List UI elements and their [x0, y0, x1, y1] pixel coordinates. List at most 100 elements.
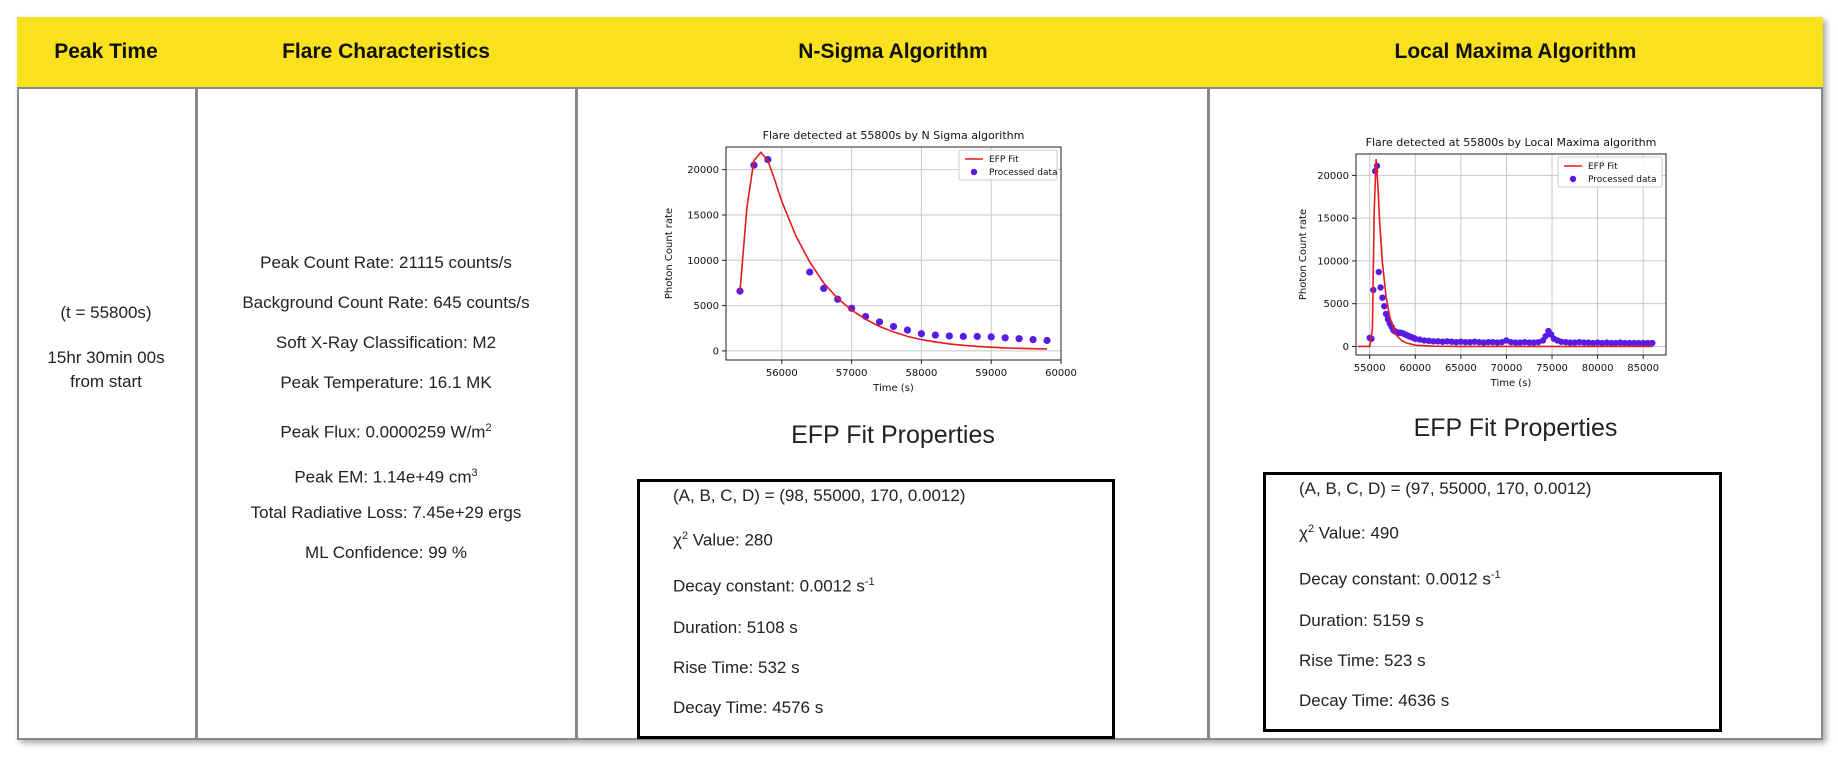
- data-point: [889, 322, 898, 331]
- data-point: [806, 268, 814, 276]
- local-maxima-decay-constant: Decay constant: 0.0012 s-1: [1299, 569, 1501, 590]
- data-point: [1377, 284, 1384, 291]
- legend-fit-label: EFP Fit: [1588, 162, 1618, 172]
- x-axis-label: Time (s): [1490, 378, 1532, 389]
- decay-constant-text: Decay constant: 0.0012 s: [1299, 569, 1491, 589]
- table-border-right: [1821, 87, 1823, 740]
- x-tick-label: 57000: [836, 368, 868, 379]
- data-point: [1649, 339, 1656, 347]
- n-sigma-params: (A, B, C, D) = (98, 55000, 170, 0.0012): [673, 486, 966, 505]
- y-tick-label: 0: [713, 346, 719, 357]
- legend-data-label: Processed data: [989, 168, 1058, 178]
- legend-data-label: Processed data: [1588, 175, 1657, 185]
- flare-report-table: Peak Time Flare Characteristics N-Sigma …: [17, 17, 1823, 740]
- decay-constant-text: Decay constant: 0.0012 s: [673, 576, 865, 596]
- y-tick-label: 15000: [1317, 214, 1349, 225]
- header-divider: [17, 87, 1823, 89]
- y-tick-label: 0: [1343, 342, 1349, 353]
- series-line-efp-fit: [739, 151, 1048, 350]
- n-sigma-fit-title: EFP Fit Properties: [791, 421, 995, 449]
- chi-symbol: χ: [1299, 523, 1308, 543]
- data-point: [1029, 336, 1037, 344]
- column-divider: [575, 87, 578, 740]
- data-point: [945, 332, 953, 340]
- header-peak-time: Peak Time: [54, 40, 158, 63]
- decay-constant-exp: -1: [864, 576, 875, 588]
- x-tick-label: 65000: [1445, 363, 1477, 374]
- ml-confidence: ML Confidence: 99 %: [305, 543, 467, 562]
- y-tick-label: 5000: [1324, 299, 1349, 310]
- peak-time-elapsed-1: 15hr 30min 00s: [47, 348, 165, 367]
- y-tick-label: 15000: [687, 210, 719, 221]
- chart-title: Flare detected at 55800s by N Sigma algo…: [763, 129, 1025, 142]
- x-tick-label: 55000: [1354, 363, 1386, 374]
- peak-em-exp: 3: [471, 467, 478, 479]
- n-sigma-decay-constant: Decay constant: 0.0012 s-1: [673, 576, 875, 597]
- peak-time-t: (t = 55800s): [60, 303, 152, 322]
- local-maxima-fit-title: EFP Fit Properties: [1413, 414, 1618, 442]
- local-maxima-chi-square: χ2 Value: 490: [1299, 523, 1399, 544]
- data-point: [903, 326, 912, 334]
- header-local-maxima: Local Maxima Algorithm: [1394, 40, 1637, 63]
- chi-symbol: χ: [673, 530, 682, 550]
- header-n-sigma: N-Sigma Algorithm: [798, 40, 988, 63]
- chart-title: Flare detected at 55800s by Local Maxima…: [1366, 136, 1657, 149]
- local-maxima-params: (A, B, C, D) = (97, 55000, 170, 0.0012): [1299, 479, 1592, 498]
- peak-temperature: Peak Temperature: 16.1 MK: [280, 373, 492, 392]
- chi-value: Value: 280: [688, 530, 773, 550]
- x-tick-label: 56000: [766, 368, 798, 379]
- local-maxima-duration: Duration: 5159 s: [1299, 611, 1424, 630]
- n-sigma-fit-properties: (A, B, C, D) = (98, 55000, 170, 0.0012) …: [637, 479, 1115, 739]
- data-point: [987, 333, 995, 341]
- x-tick-label: 70000: [1491, 363, 1523, 374]
- legend-data-swatch: [970, 168, 978, 176]
- legend-fit-label: EFP Fit: [989, 155, 1019, 165]
- table-header: Peak Time Flare Characteristics N-Sigma …: [17, 17, 1823, 87]
- radiative-loss: Total Radiative Loss: 7.45e+29 ergs: [250, 503, 522, 522]
- n-sigma-rise-time: Rise Time: 532 s: [673, 658, 800, 677]
- data-point: [1375, 268, 1382, 276]
- x-tick-label: 85000: [1627, 363, 1659, 374]
- peak-time-elapsed-2: from start: [70, 372, 142, 391]
- peak-em: Peak EM: 1.14e+49 cm3: [197, 449, 575, 493]
- data-point: [973, 332, 981, 341]
- local-maxima-fit-properties: (A, B, C, D) = (97, 55000, 170, 0.0012) …: [1263, 472, 1722, 732]
- peak-count-rate: Peak Count Rate: 21115 counts/s: [260, 253, 512, 272]
- y-tick-label: 10000: [1317, 256, 1349, 267]
- x-tick-label: 60000: [1399, 363, 1431, 374]
- y-tick-label: 20000: [1317, 171, 1349, 182]
- data-point: [1381, 303, 1388, 310]
- data-point: [917, 330, 926, 338]
- local-maxima-decay-time: Decay Time: 4636 s: [1299, 691, 1450, 710]
- peak-flux-text: Peak Flux: 0.0000259 W/m: [280, 422, 486, 442]
- x-axis-label: Time (s): [872, 383, 914, 394]
- y-tick-label: 10000: [687, 256, 719, 267]
- background-count-rate: Background Count Rate: 645 counts/s: [242, 293, 530, 312]
- local-maxima-rise-time: Rise Time: 523 s: [1299, 651, 1426, 670]
- n-sigma-chi-square: χ2 Value: 280: [673, 530, 773, 551]
- chi-value: Value: 490: [1314, 523, 1399, 543]
- flare-characteristics: Peak Count Rate: 21115 counts/s Backgrou…: [197, 243, 575, 573]
- peak-em-text: Peak EM: 1.14e+49 cm: [294, 467, 472, 487]
- y-axis-label: Photon Count rate: [664, 208, 675, 299]
- data-point: [1001, 334, 1009, 342]
- y-tick-label: 20000: [687, 165, 719, 176]
- x-tick-label: 60000: [1045, 368, 1077, 379]
- n-sigma-decay-time: Decay Time: 4576 s: [673, 698, 824, 717]
- local-maxima-chart: Flare detected at 55800s by Local Maxima…: [1298, 136, 1667, 389]
- y-tick-label: 5000: [694, 301, 719, 312]
- x-tick-label: 80000: [1582, 363, 1614, 374]
- data-point: [1015, 335, 1023, 343]
- peak-flux-exp: 2: [485, 422, 492, 434]
- x-tick-label: 75000: [1536, 363, 1568, 374]
- data-point: [931, 331, 939, 339]
- data-point: [959, 332, 967, 341]
- xray-classification: Soft X-Ray Classification: M2: [275, 333, 497, 352]
- header-flare-characteristics: Flare Characteristics: [282, 40, 490, 63]
- x-tick-label: 58000: [906, 368, 938, 379]
- peak-flux: Peak Flux: 0.0000259 W/m2: [197, 403, 575, 449]
- data-point: [1379, 294, 1386, 301]
- table-border-left: [17, 87, 19, 740]
- decay-constant-exp: -1: [1490, 569, 1501, 581]
- n-sigma-chart: Flare detected at 55800s by N Sigma algo…: [664, 129, 1077, 394]
